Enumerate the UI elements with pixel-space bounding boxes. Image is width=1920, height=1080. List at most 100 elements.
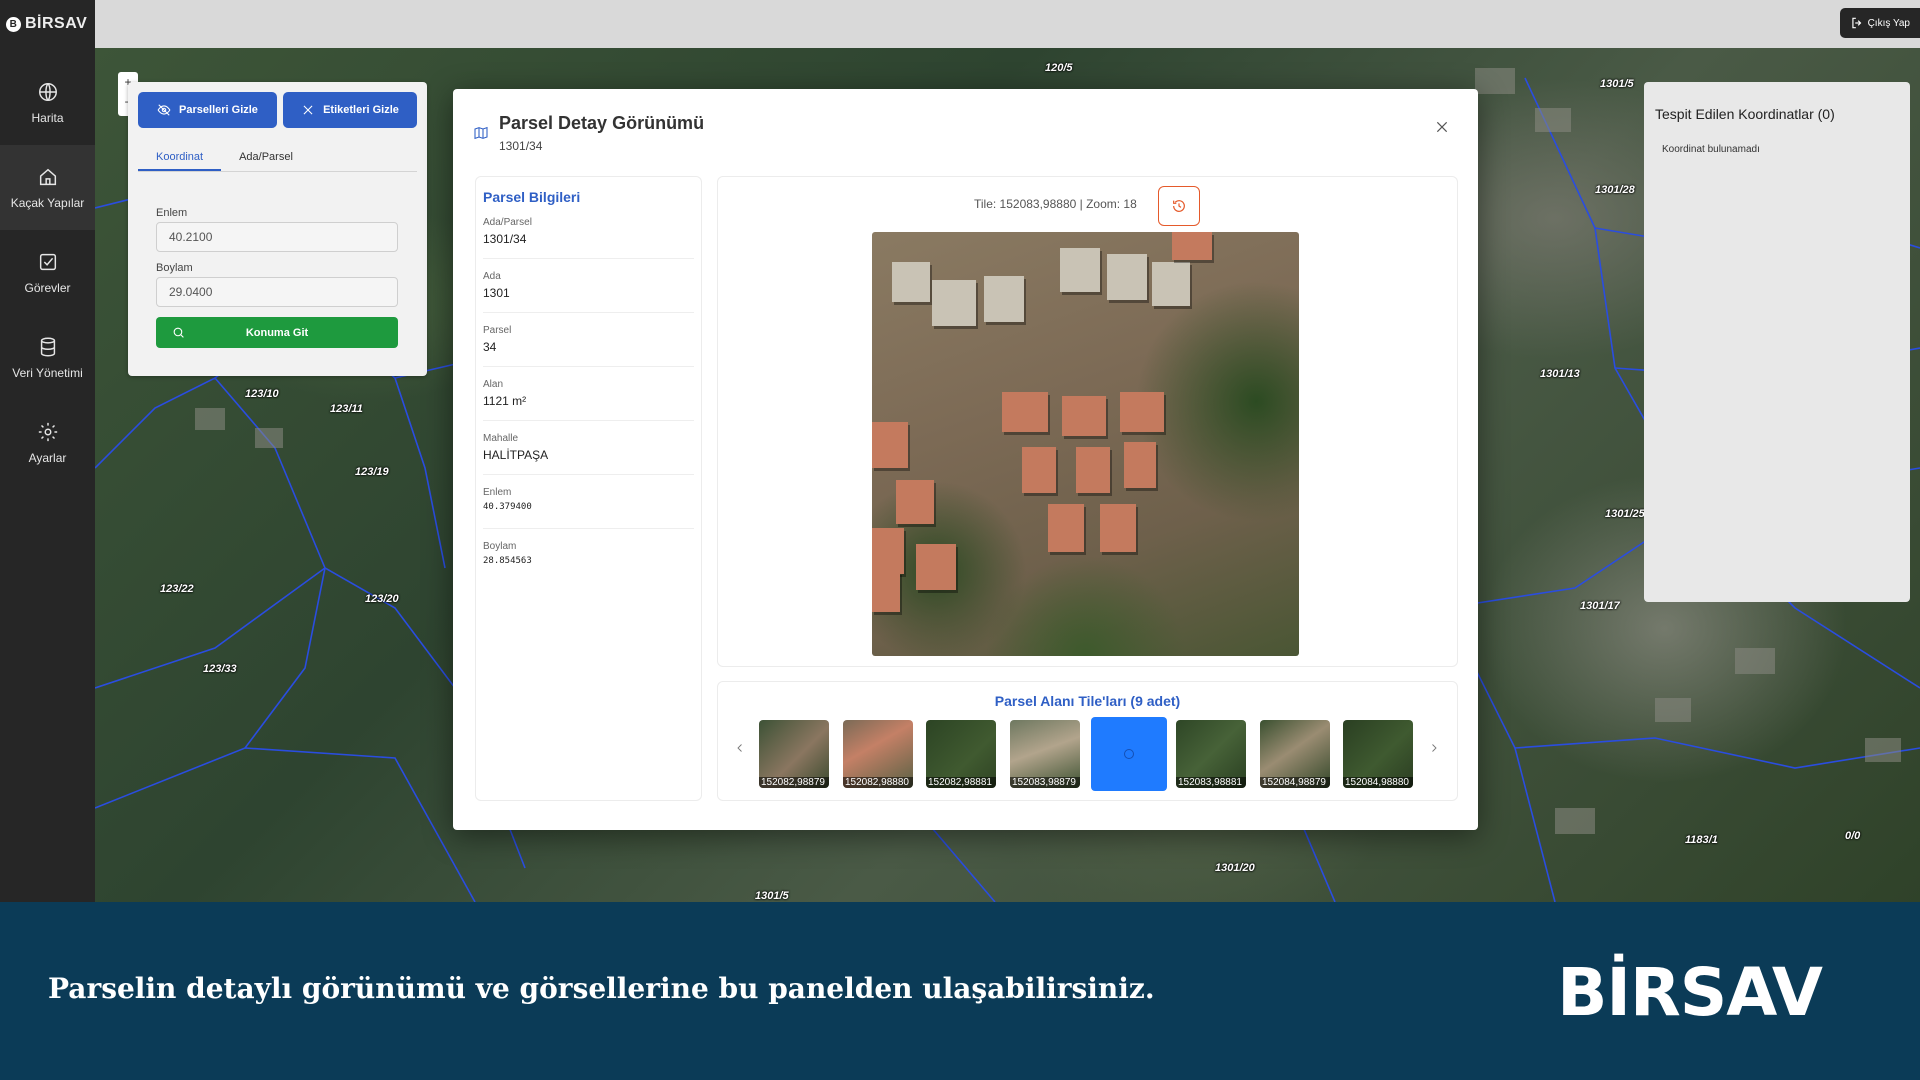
longitude-label: Boylam bbox=[156, 262, 193, 274]
sidebar-item-ayarlar[interactable]: Ayarlar bbox=[0, 400, 95, 485]
tile-thumbnail-caption: 152082,98880 bbox=[843, 777, 913, 788]
info-value: 34 bbox=[483, 340, 497, 354]
search-tabs: Koordinat Ada/Parsel bbox=[138, 142, 417, 172]
go-to-location-button[interactable]: Konuma Git bbox=[156, 317, 398, 348]
globe-icon bbox=[38, 82, 57, 101]
tiles-heading: Parsel Alanı Tile'ları (9 adet) bbox=[994, 693, 1181, 709]
map-parcel-label: 1301/28 bbox=[1595, 184, 1635, 196]
database-icon bbox=[40, 337, 55, 356]
chevron-left-icon[interactable] bbox=[734, 742, 746, 754]
map-parcel-label: 123/33 bbox=[203, 663, 237, 675]
home-icon bbox=[39, 168, 56, 185]
sidebar-item-label: Görevler bbox=[24, 280, 71, 295]
tile-thumbnail[interactable]: 152084,98880 bbox=[1343, 720, 1413, 788]
search-panel: Parselleri Gizle Etiketleri Gizle Koordi… bbox=[128, 82, 427, 376]
top-bar: Çıkış Yap bbox=[95, 0, 1920, 48]
sidebar-item-veri-yonetimi[interactable]: Veri Yönetimi bbox=[0, 315, 95, 400]
tile-thumbnail-caption: 152082,98881 bbox=[926, 777, 996, 788]
info-value: 28.854563 bbox=[483, 556, 532, 566]
info-row: Enlem 40.379400 bbox=[483, 475, 694, 529]
hide-parcels-label: Parselleri Gizle bbox=[179, 104, 258, 116]
map-parcel-label: 123/11 bbox=[330, 403, 363, 415]
selected-marker-icon bbox=[1124, 749, 1134, 759]
hide-parcels-button[interactable]: Parselleri Gizle bbox=[138, 92, 277, 128]
coord-panel-empty-text: Koordinat bulunamadı bbox=[1662, 144, 1760, 155]
sidebar-item-harita[interactable]: Harita bbox=[0, 60, 95, 145]
map-parcel-label: 123/20 bbox=[365, 593, 399, 605]
logo-badge-icon: B bbox=[6, 16, 21, 32]
map-parcel-label: 0/0 bbox=[1845, 830, 1861, 842]
longitude-input[interactable]: 29.0400 bbox=[156, 277, 398, 307]
chevron-right-icon[interactable] bbox=[1428, 742, 1440, 754]
coord-panel-title: Tespit Edilen Koordinatlar (0) bbox=[1655, 106, 1835, 122]
tile-thumbnail[interactable]: 152082,98879 bbox=[759, 720, 829, 788]
map-parcel-label: 1301/20 bbox=[1215, 862, 1255, 874]
app-logo[interactable]: B BİRSAV bbox=[0, 0, 95, 48]
gear-icon bbox=[38, 422, 57, 441]
eye-off-icon bbox=[157, 104, 171, 116]
tile-thumbnail[interactable]: 152084,98879 bbox=[1260, 720, 1330, 788]
sidebar-item-label: Ayarlar bbox=[28, 450, 67, 465]
parcel-detail-modal: Parsel Detay Görünümü 1301/34 Parsel Bil… bbox=[453, 89, 1478, 830]
map-parcel-label: 1301/5 bbox=[755, 890, 789, 902]
checkbox-icon bbox=[39, 253, 56, 270]
map-parcel-label: 123/10 bbox=[245, 388, 279, 400]
tile-thumbnail-caption: 152083,98879 bbox=[1010, 777, 1080, 788]
modal-title: Parsel Detay Görünümü bbox=[499, 113, 705, 133]
map-parcel-label: 120/5 bbox=[1045, 62, 1073, 74]
info-key: Ada/Parsel bbox=[483, 217, 532, 228]
sidebar-item-kacak-yapilar[interactable]: Kaçak Yapılar bbox=[0, 145, 95, 230]
logout-label: Çıkış Yap bbox=[1867, 17, 1910, 29]
tile-thumbnail-caption: 152084,98880 bbox=[1343, 777, 1413, 788]
info-key: Enlem bbox=[483, 487, 512, 498]
logout-button[interactable]: Çıkış Yap bbox=[1839, 8, 1920, 38]
tile-thumbnail[interactable]: 152083,98879 bbox=[1010, 720, 1080, 788]
tile-thumbnail-selected[interactable] bbox=[1091, 717, 1167, 791]
tile-thumbnail[interactable]: 152082,98881 bbox=[926, 720, 996, 788]
latitude-input[interactable]: 40.2100 bbox=[156, 222, 398, 252]
info-key: Parsel bbox=[483, 325, 512, 336]
tile-image-card: Tile: 152083,98880 | Zoom: 18 bbox=[717, 176, 1458, 667]
info-value: 1121 m² bbox=[483, 394, 527, 408]
reset-view-button[interactable] bbox=[1158, 186, 1200, 226]
tile-thumbnail[interactable]: 152083,98881 bbox=[1176, 720, 1246, 788]
sidebar-item-label: Harita bbox=[31, 110, 64, 125]
info-value: 1301 bbox=[483, 286, 510, 300]
info-row: Boylam 28.854563 bbox=[483, 529, 694, 583]
footer-banner: Parselin detaylı görünümü ve görsellerin… bbox=[0, 902, 1920, 1080]
tab-ada-parsel[interactable]: Ada/Parsel bbox=[221, 142, 311, 171]
detected-coordinates-panel: Tespit Edilen Koordinatlar (0) Koordinat… bbox=[1644, 82, 1910, 602]
hide-labels-button[interactable]: Etiketleri Gizle bbox=[283, 92, 417, 128]
close-icon[interactable] bbox=[1434, 119, 1450, 135]
sidebar-item-label: Kaçak Yapılar bbox=[10, 195, 85, 210]
info-value: 1301/34 bbox=[483, 232, 527, 246]
search-icon bbox=[173, 327, 184, 338]
satellite-tile-image[interactable] bbox=[872, 232, 1299, 656]
map-parcel-label: 1301/13 bbox=[1540, 368, 1580, 380]
sidebar-item-label: Veri Yönetimi bbox=[12, 365, 83, 380]
tile-thumbnail[interactable]: 152082,98880 bbox=[843, 720, 913, 788]
map-parcel-label: 1183/1 bbox=[1685, 834, 1718, 846]
history-icon bbox=[1173, 200, 1185, 212]
sidebar: B BİRSAV Harita Kaçak Yapılar Görevler V… bbox=[0, 0, 95, 902]
info-row: Parsel 34 bbox=[483, 313, 694, 367]
sidebar-item-gorevler[interactable]: Görevler bbox=[0, 230, 95, 315]
go-to-location-label: Konuma Git bbox=[245, 326, 309, 339]
parcel-info-card: Parsel Bilgileri Ada/Parsel 1301/34 Ada … bbox=[475, 176, 702, 801]
map-parcel-label: 123/22 bbox=[160, 583, 194, 595]
info-key: Boylam bbox=[483, 541, 517, 552]
modal-subtitle: 1301/34 bbox=[499, 139, 543, 153]
info-key: Mahalle bbox=[483, 433, 519, 444]
close-icon bbox=[303, 105, 313, 115]
info-key: Ada bbox=[483, 271, 501, 282]
info-value: HALİTPAŞA bbox=[483, 448, 549, 462]
tile-thumbnail-caption: 152082,98879 bbox=[759, 777, 829, 788]
tab-koordinat[interactable]: Koordinat bbox=[138, 142, 222, 171]
info-row: Ada/Parsel 1301/34 bbox=[483, 205, 694, 259]
map-parcel-label: 1301/25 bbox=[1605, 508, 1645, 520]
tile-thumbnail-caption: 152083,98881 bbox=[1176, 777, 1246, 788]
map-icon bbox=[474, 126, 488, 140]
map-parcel-label: 1301/5 bbox=[1600, 78, 1634, 90]
tile-thumbnail-caption: 152084,98879 bbox=[1260, 777, 1330, 788]
parcel-tiles-card: Parsel Alanı Tile'ları (9 adet) 152082,9… bbox=[717, 681, 1458, 801]
